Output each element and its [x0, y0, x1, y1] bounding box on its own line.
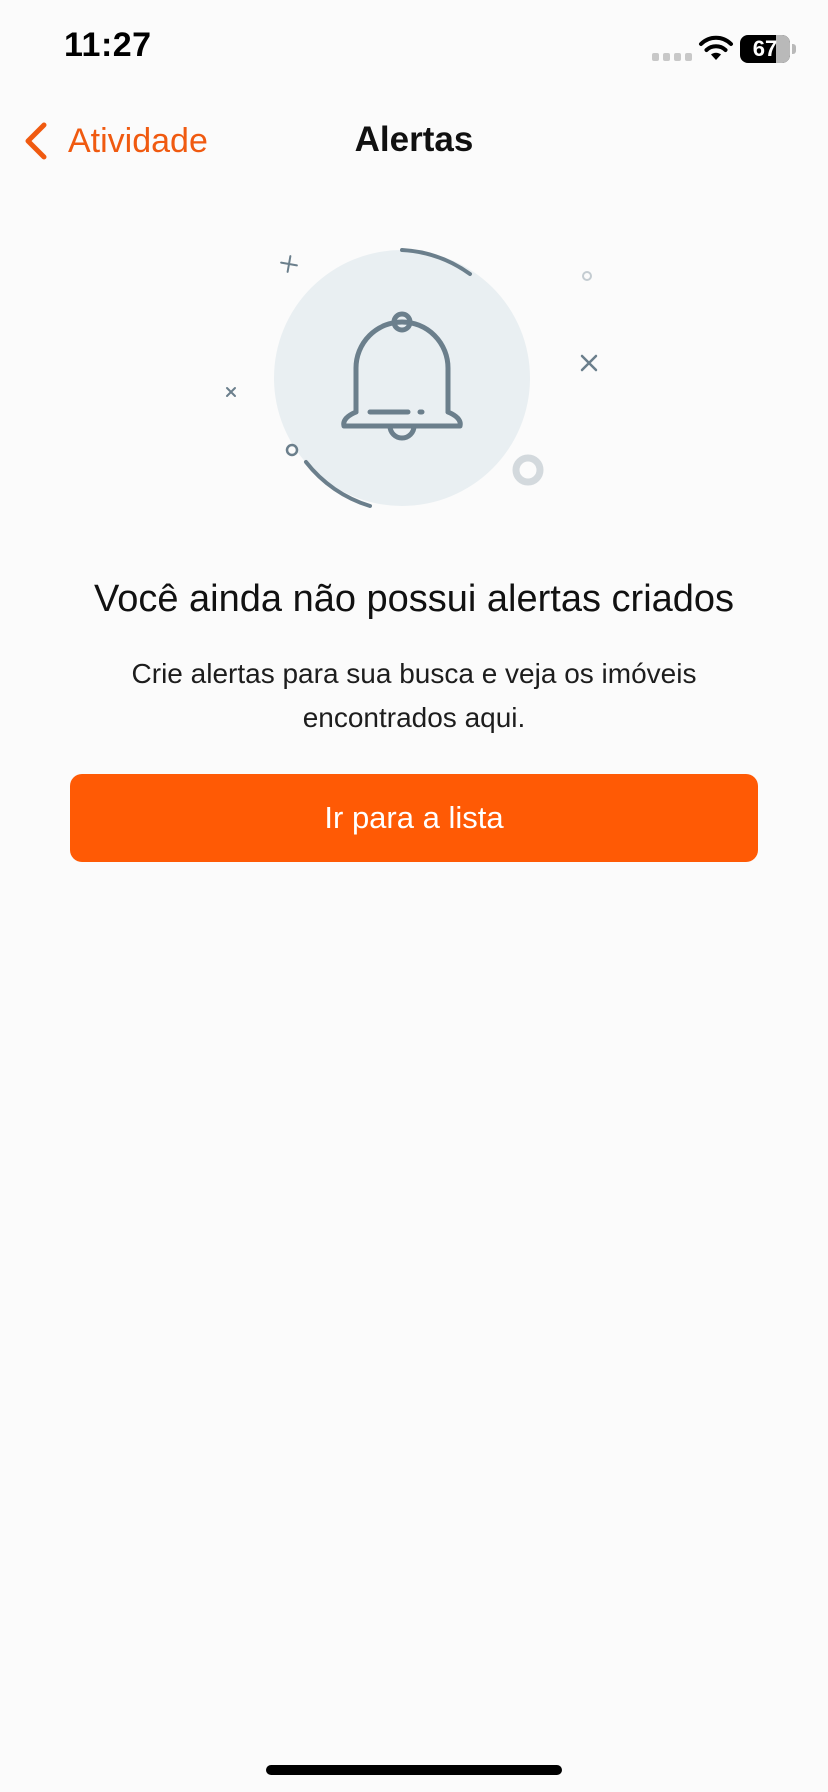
go-to-list-button[interactable]: Ir para a lista: [70, 774, 758, 862]
sparkle-x-small: [226, 387, 236, 397]
empty-state-description: Crie alertas para sua busca e veja os im…: [131, 658, 697, 733]
battery-tip: [792, 44, 796, 54]
signal-icon: [652, 53, 692, 61]
chevron-left-icon: [25, 122, 47, 160]
bell-illustration: [226, 248, 598, 508]
sparkle-dot-left: [285, 443, 299, 457]
status-time: 11:27: [64, 26, 152, 64]
home-indicator[interactable]: [266, 1765, 562, 1775]
status-bar: 11:27 67: [0, 0, 828, 100]
sparkle-x-large: [580, 354, 598, 372]
back-button[interactable]: Atividade: [22, 118, 208, 164]
sparkle-dot-top-right: [582, 271, 592, 281]
battery-icon: 67: [740, 35, 790, 63]
wifi-icon: [699, 35, 733, 60]
empty-state-title: Você ainda não possui alertas criados: [93, 578, 735, 620]
sparkle-plus: [280, 255, 298, 273]
battery-level: 67: [752, 36, 778, 61]
navigation-bar: Alertas Atividade: [0, 100, 828, 182]
sparkle-ring-bottom-right: [512, 454, 544, 486]
back-label: Atividade: [68, 121, 208, 160]
